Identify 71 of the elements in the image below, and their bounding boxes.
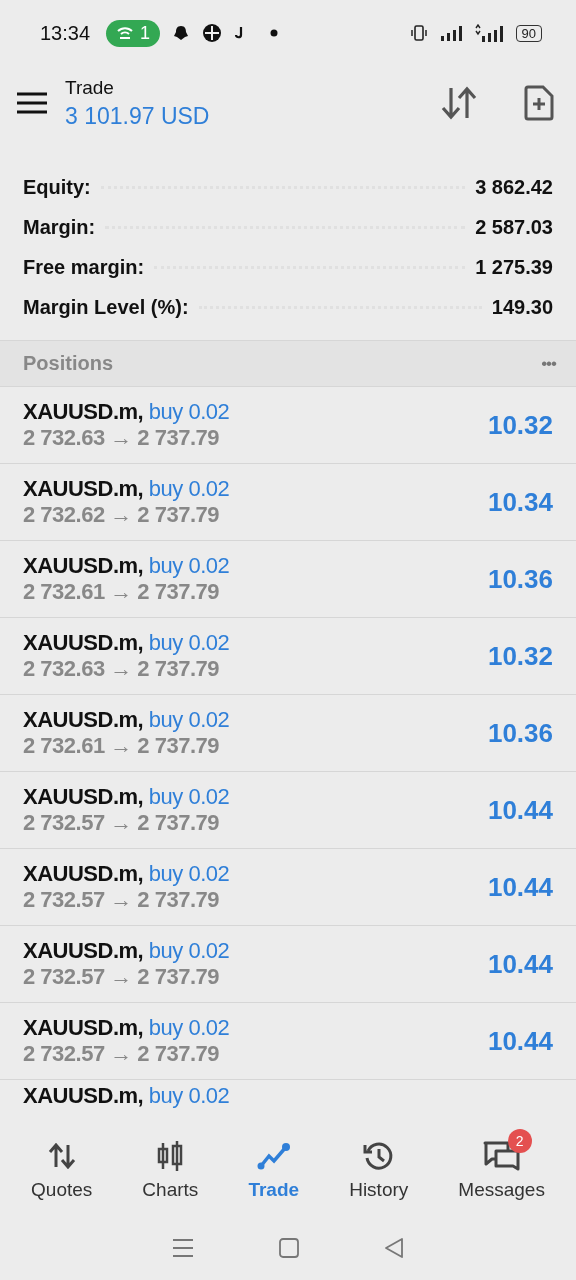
position-row[interactable]: XAUUSD.m, buy 0.02 2 732.63 → 2 737.79 10.32 <box>0 618 576 695</box>
position-profit: 10.44 <box>487 948 553 980</box>
balance-amount: 3 101.97 USD <box>65 102 211 130</box>
candlestick-icon <box>156 1139 185 1172</box>
position-title: XAUUSD.m, buy 0.02 <box>23 399 230 425</box>
position-title: XAUUSD.m, buy 0.02 <box>23 630 230 656</box>
position-profit: 10.34 <box>487 486 553 518</box>
position-title: XAUUSD.m, buy 0.02 <box>23 784 230 810</box>
nav-tab[interactable]: Quotes <box>31 1124 93 1201</box>
position-title: XAUUSD.m, buy 0.02 <box>23 861 230 887</box>
position-title: XAUUSD.m, buy 0.02 <box>23 938 230 964</box>
battery-indicator: 90 <box>515 24 542 42</box>
summary-value: 3 862.42 <box>475 175 553 199</box>
position-profit: 10.44 <box>487 1025 553 1057</box>
nav-tab[interactable]: History <box>349 1124 409 1201</box>
position-row[interactable]: XAUUSD.m, buy 0.02 2 732.57 → 2 737.79 10.44 <box>0 772 576 849</box>
position-title: XAUUSD.m, buy 0.02 <box>23 476 230 502</box>
recent-apps-icon[interactable] <box>172 1237 195 1258</box>
trend-line-icon <box>256 1141 291 1170</box>
screen-title: Trade <box>65 76 115 99</box>
position-title: XAUUSD.m, buy 0.02 <box>23 707 230 733</box>
position-row[interactable]: XAUUSD.m, buy 0.02 2 732.63 → 2 737.79 10.32 <box>0 387 576 464</box>
position-profit: 10.44 <box>487 794 553 826</box>
position-row[interactable]: XAUUSD.m, buy 0.02 2 732.62 → 2 737.79 10.34 <box>0 464 576 541</box>
hotspot-badge: 1 <box>106 19 161 47</box>
position-row[interactable]: XAUUSD.m, buy 0.02 2 732.61 → 2 737.79 10.36 <box>0 541 576 618</box>
position-title: XAUUSD.m, buy 0.02 <box>23 1015 230 1041</box>
signal-4g-icon <box>473 24 504 42</box>
position-profit: 10.32 <box>487 409 553 441</box>
section-title: Positions <box>23 352 113 375</box>
notification-badge: 2 <box>507 1128 532 1153</box>
position-prices: 2 732.57 → 2 737.79 <box>23 887 220 913</box>
position-profit: 10.32 <box>487 640 553 672</box>
position-prices: 2 732.57 → 2 737.79 <box>23 964 220 990</box>
position-prices: 2 732.57 → 2 737.79 <box>23 1041 220 1067</box>
position-row[interactable]: XAUUSD.m, buy 0.02 2 732.57 → 2 737.79 10.44 <box>0 1003 576 1080</box>
position-prices: 2 732.62 → 2 737.79 <box>23 502 220 528</box>
position-profit: 10.36 <box>487 563 553 595</box>
home-icon[interactable] <box>279 1237 299 1258</box>
hook-icon <box>234 26 245 40</box>
summary-value: 1 275.39 <box>475 255 553 279</box>
dot-icon <box>270 29 279 37</box>
position-prices: 2 732.57 → 2 737.79 <box>23 810 220 836</box>
summary-label: Margin Level (%): <box>23 295 189 319</box>
position-profit: 10.36 <box>487 717 553 749</box>
status-time: 13:34 <box>40 21 91 45</box>
summary-label: Free margin: <box>23 255 145 279</box>
position-row[interactable]: XAUUSD.m, buy 0.02 2 732.57 → 2 737.79 10.44 <box>0 926 576 1003</box>
back-icon[interactable] <box>383 1236 404 1259</box>
vibrate-icon <box>409 24 428 42</box>
position-prices: 2 732.61 → 2 737.79 <box>23 733 220 759</box>
sort-icon[interactable] <box>440 86 478 120</box>
position-profit: 10.44 <box>487 871 553 903</box>
nav-tab[interactable]: 2 Messages <box>458 1124 545 1201</box>
position-prices: 2 732.63 → 2 737.79 <box>23 425 220 451</box>
new-order-icon[interactable] <box>524 85 554 121</box>
summary-label: Margin: <box>23 215 96 239</box>
position-row[interactable]: XAUUSD.m, buy 0.02 2 732.61 → 2 737.79 10.36 <box>0 695 576 772</box>
position-title: XAUUSD.m, buy 0.02 <box>23 553 230 579</box>
position-prices: 2 732.63 → 2 737.79 <box>23 656 220 682</box>
summary-value: 2 587.03 <box>475 215 553 239</box>
position-prices: 2 732.61 → 2 737.79 <box>23 579 220 605</box>
position-title: XAUUSD.m, buy 0.02 <box>23 1083 230 1109</box>
menu-icon[interactable] <box>17 92 47 114</box>
signal-icon <box>439 25 462 41</box>
summary-label: Equity: <box>23 175 91 199</box>
up-down-arrows-icon <box>47 1142 76 1169</box>
nav-tab[interactable]: Charts <box>142 1124 199 1201</box>
position-row[interactable]: XAUUSD.m, buy 0.02 <box>0 1080 576 1109</box>
position-row[interactable]: XAUUSD.m, buy 0.02 2 732.57 → 2 737.79 10.44 <box>0 849 576 926</box>
summary-value: 149.30 <box>491 295 553 319</box>
